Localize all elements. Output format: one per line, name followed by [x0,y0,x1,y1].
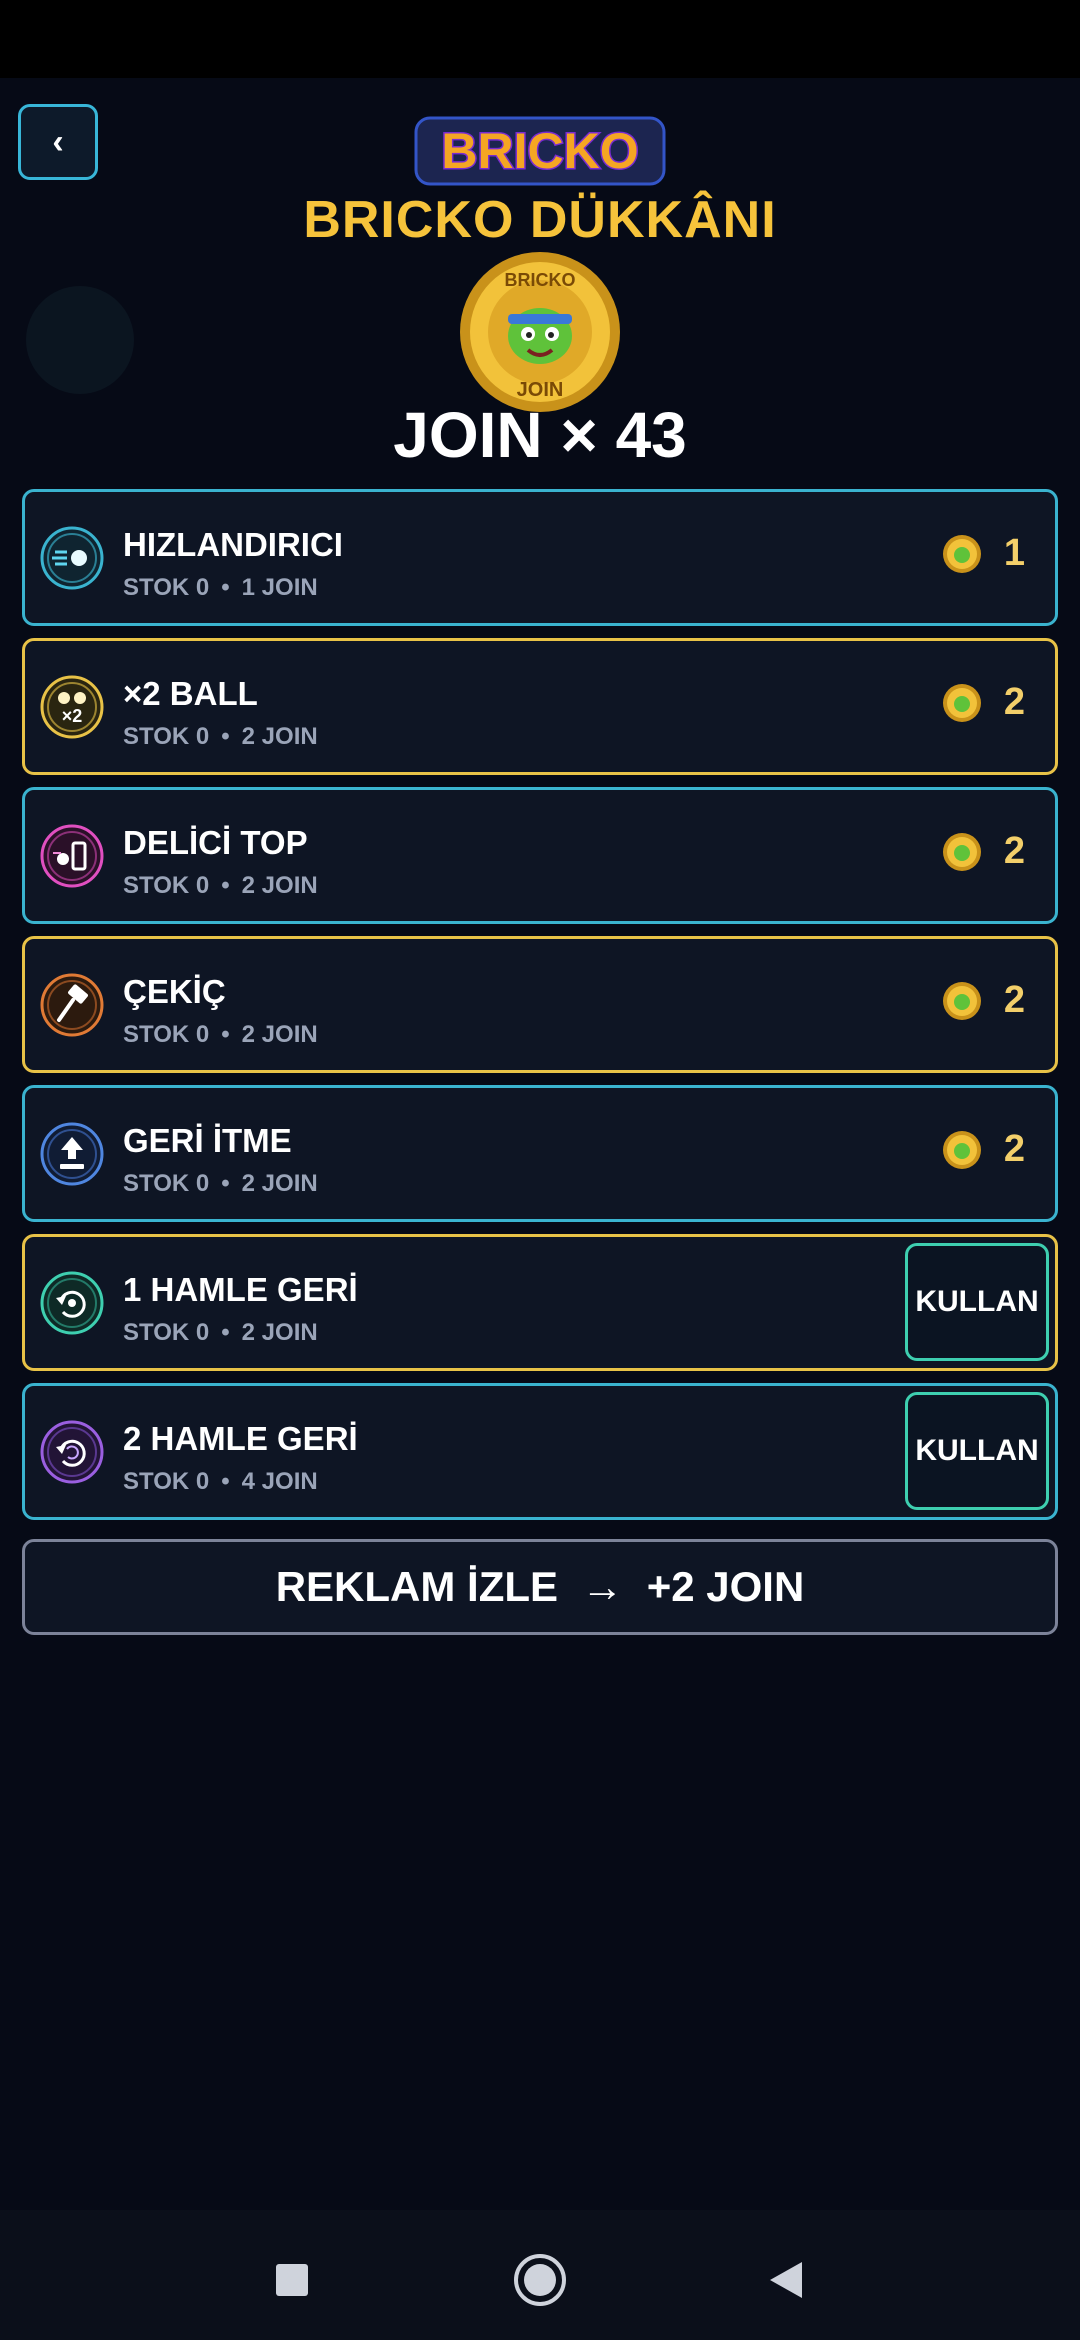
item-cost: 2 JOIN [241,1170,318,1197]
shop-item-push-back[interactable]: GERİ İTME STOK 0 • 2 JOIN 2 [22,1085,1058,1222]
shop-item-double-ball[interactable]: ×2 ×2 BALL STOK 0 • 2 JOIN 2 [22,638,1058,775]
item-name: 2 HAMLE GERİ [123,1420,358,1457]
item-meta: STOK 0 • 2 JOIN [123,1319,318,1346]
svg-text:BRICKO: BRICKO [505,270,576,290]
shop-item-speed-boost[interactable]: HIZLANDIRICI STOK 0 • 1 JOIN 1 [22,489,1058,626]
item-meta: STOK 0 • 2 JOIN [123,872,318,899]
item-meta: STOK 0 • 2 JOIN [123,1170,318,1197]
item-price: 2 [942,681,1025,724]
svg-text:×2: ×2 [62,706,83,726]
item-name: ×2 BALL [123,675,258,712]
speed-boost-icon [40,526,104,590]
item-meta: STOK 0 • 2 JOIN [123,723,318,750]
item-name: DELİCİ TOP [123,824,308,861]
item-price: 2 [942,830,1025,873]
price-value: 2 [1003,830,1025,872]
hammer-icon [40,973,104,1037]
system-nav-bar [0,2210,1080,2340]
item-name: 1 HAMLE GERİ [123,1271,358,1308]
item-price: 2 [942,979,1025,1022]
price-value: 2 [1003,1128,1025,1170]
item-meta: STOK 0 • 1 JOIN [123,574,318,601]
use-button-undo-one[interactable]: KULLAN [905,1243,1049,1361]
svg-text:BRICKO: BRICKO [441,123,638,179]
item-stock: STOK 0 [123,1319,210,1346]
price-value: 2 [1003,681,1025,723]
triangle-back-icon [770,2262,802,2298]
shop-item-piercing-ball[interactable]: DELİCİ TOP STOK 0 • 2 JOIN 2 [22,787,1058,924]
shop-screen: ‹ BRICKO BRICKO DÜKKÂNI BRICKO JOIN JOIN… [0,78,1080,2210]
shop-title: BRICKO DÜKKÂNI [303,191,777,249]
home-button[interactable] [510,2250,570,2310]
join-coin-icon [942,683,981,722]
item-meta: STOK 0 • 2 JOIN [123,1021,318,1048]
item-stock: STOK 0 [123,723,210,750]
item-name: HIZLANDIRICI [123,526,343,563]
undo-two-icon [40,1420,104,1484]
recent-apps-button[interactable] [262,2250,322,2310]
chevron-left-icon: ‹ [52,122,64,161]
watch-ad-button[interactable]: REKLAM İZLE → +2 JOIN [22,1539,1058,1635]
item-stock: STOK 0 [123,872,210,899]
circle-home-icon [514,2254,566,2306]
join-balance: JOIN × 43 [393,399,687,471]
join-coin-icon [942,1130,981,1169]
shop-item-hammer[interactable]: ÇEKİÇ STOK 0 • 2 JOIN 2 [22,936,1058,1073]
shop-item-undo-two: 2 HAMLE GERİ STOK 0 • 4 JOIN KULLAN [22,1383,1058,1520]
item-stock: STOK 0 [123,1021,210,1048]
item-name: ÇEKİÇ [123,973,226,1010]
item-cost: 2 JOIN [241,723,318,750]
piercing-ball-icon [40,824,104,888]
undo-one-icon [40,1271,104,1335]
bricko-logo: BRICKO [414,116,666,186]
join-coin-icon [942,534,981,573]
item-name: GERİ İTME [123,1122,292,1159]
price-value: 1 [1003,532,1025,574]
item-price: 2 [942,1128,1025,1171]
background-bubble [26,286,134,394]
push-back-icon [40,1122,104,1186]
item-cost: 2 JOIN [241,872,318,899]
join-coin-icon [942,832,981,871]
status-bar [0,0,1080,78]
item-stock: STOK 0 [123,1468,210,1495]
double-ball-icon: ×2 [40,675,104,739]
shop-item-undo-one: 1 HAMLE GERİ STOK 0 • 2 JOIN KULLAN [22,1234,1058,1371]
item-cost: 1 JOIN [241,574,318,601]
item-stock: STOK 0 [123,1170,210,1197]
join-coin-icon: BRICKO JOIN [460,252,620,412]
shop-item-list: HIZLANDIRICI STOK 0 • 1 JOIN 1 ×2 ×2 BALL … [22,489,1058,1532]
back-button[interactable]: ‹ [18,104,98,180]
watch-ad-label: REKLAM İZLE → +2 JOIN [275,1563,805,1610]
back-nav-button[interactable] [756,2250,816,2310]
item-cost: 4 JOIN [241,1468,318,1495]
join-coin-icon [942,981,981,1020]
item-stock: STOK 0 [123,574,210,601]
square-icon [276,2264,308,2296]
item-price: 1 [942,532,1025,575]
item-cost: 2 JOIN [241,1021,318,1048]
use-button-undo-two[interactable]: KULLAN [905,1392,1049,1510]
item-cost: 2 JOIN [241,1319,318,1346]
price-value: 2 [1003,979,1025,1021]
item-meta: STOK 0 • 4 JOIN [123,1468,318,1495]
